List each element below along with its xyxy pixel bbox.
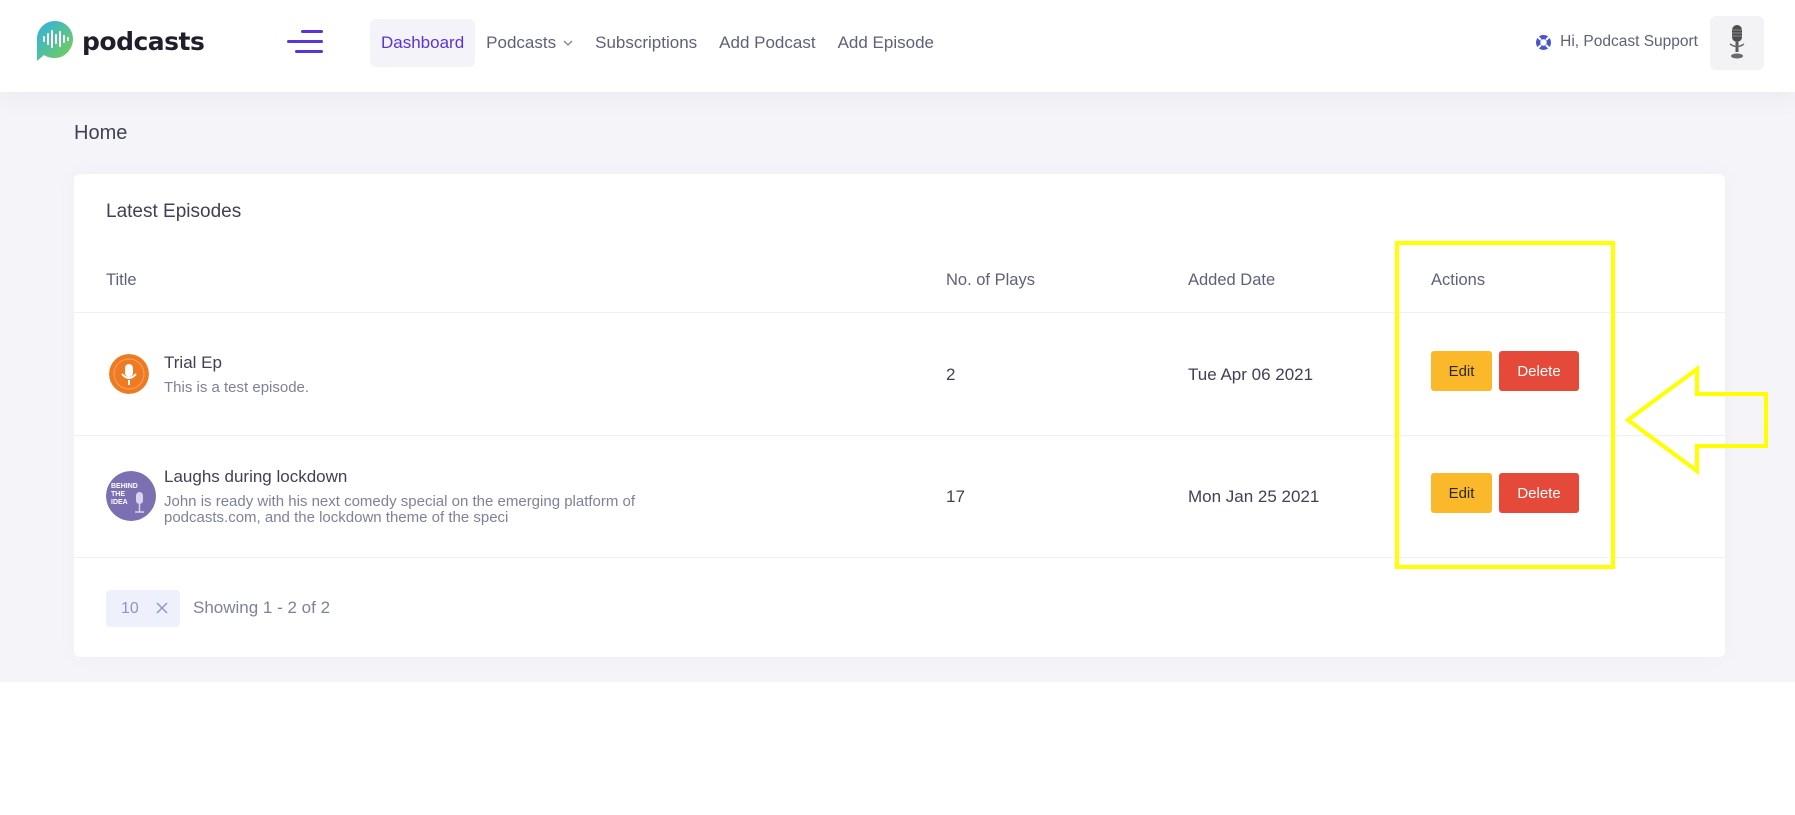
nav-podcasts-label: Podcasts (486, 33, 557, 52)
episode-thumbnail: BEHIND THE IDEA (106, 471, 156, 521)
pagination-info: Showing 1 - 2 of 2 (193, 598, 331, 617)
page-size-value: 10 (121, 599, 139, 617)
column-header-date[interactable]: Added Date (1188, 271, 1275, 290)
user-greeting: Hi, Podcast Support (1560, 33, 1698, 50)
nav-add-podcast-label: Add Podcast (719, 33, 816, 52)
brand-logo[interactable]: podcasts (36, 20, 205, 62)
nav-subscriptions[interactable]: Subscriptions (584, 19, 708, 67)
nav-podcasts[interactable]: Podcasts (475, 19, 584, 67)
behind-the-idea-cover: BEHIND THE IDEA (106, 471, 156, 521)
microphone-icon (1729, 25, 1745, 59)
chevron-down-icon (563, 40, 573, 46)
column-header-plays[interactable]: No. of Plays (946, 271, 1035, 290)
user-menu[interactable]: Hi, Podcast Support (1535, 33, 1698, 51)
podcasts-logo-icon (37, 21, 73, 61)
episode-date: Tue Apr 06 2021 (1188, 365, 1314, 384)
avatar[interactable] (1710, 16, 1764, 70)
support-lifebuoy-icon (1536, 34, 1552, 50)
column-header-title[interactable]: Title (106, 271, 137, 290)
svg-text:BEHIND: BEHIND (111, 483, 138, 490)
nav-dashboard[interactable]: Dashboard (370, 19, 476, 67)
episode-title[interactable]: Trial Ep (164, 353, 222, 373)
episode-thumbnail (109, 354, 149, 394)
episode-date: Mon Jan 25 2021 (1188, 487, 1320, 506)
card-title: Latest Episodes (106, 201, 242, 222)
close-icon[interactable] (155, 601, 169, 615)
svg-text:THE: THE (111, 491, 125, 498)
nav-dashboard-label: Dashboard (381, 33, 465, 52)
episode-description: This is a test episode. (164, 379, 310, 396)
episode-title[interactable]: Laughs during lockdown (164, 467, 347, 487)
highlight-box (1395, 241, 1615, 569)
top-navbar: podcasts Dashboard Podcasts Subscription… (0, 0, 1795, 92)
nav-add-episode-label: Add Episode (837, 33, 934, 52)
menu-toggle-icon[interactable] (287, 28, 323, 56)
episode-plays: 17 (946, 487, 965, 506)
nav-subscriptions-label: Subscriptions (595, 33, 698, 52)
mic-orange-icon (109, 354, 149, 394)
nav-add-podcast[interactable]: Add Podcast (708, 19, 826, 67)
annotation-arrow-icon (1624, 365, 1768, 475)
brand-name: podcasts (82, 26, 205, 56)
main-nav: Dashboard Podcasts Subscriptions Add Pod… (370, 19, 945, 67)
episode-plays: 2 (946, 365, 956, 384)
nav-add-episode[interactable]: Add Episode (827, 19, 945, 67)
episode-description: John is ready with his next comedy speci… (164, 493, 636, 526)
svg-text:IDEA: IDEA (111, 499, 128, 506)
page-size-select[interactable]: 10 (106, 590, 180, 627)
page-title: Home (74, 122, 128, 144)
